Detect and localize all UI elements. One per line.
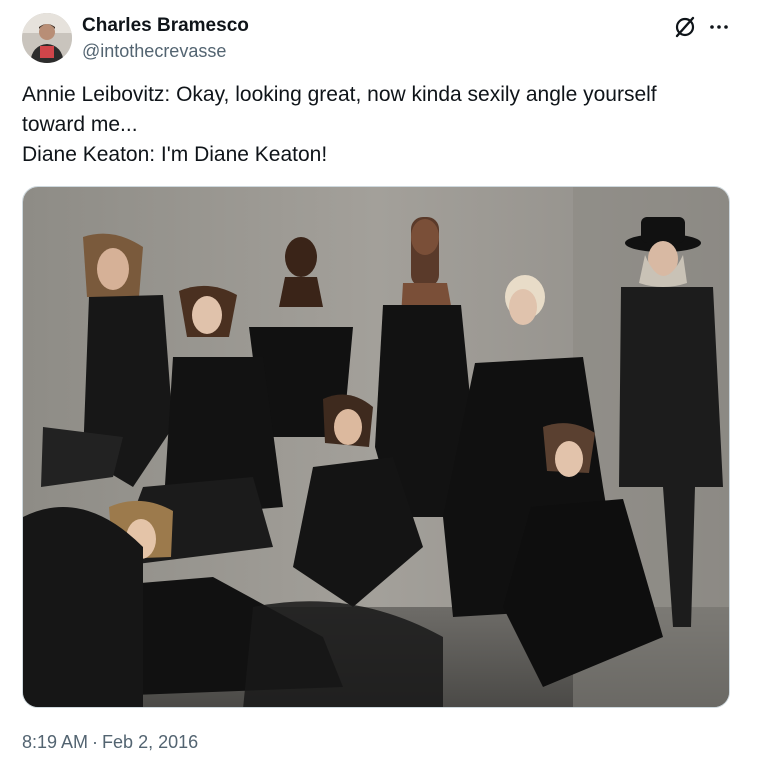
- tweet-card: Charles Bramesco @intothecrevasse Annie …: [0, 0, 765, 772]
- avatar[interactable]: [22, 13, 72, 63]
- author-handle[interactable]: @intothecrevasse: [82, 40, 226, 62]
- tweet-text-line: Annie Leibovitz: Okay, looking great, no…: [22, 83, 657, 106]
- tweet-text: Annie Leibovitz: Okay, looking great, no…: [22, 80, 742, 170]
- tweet-text-line: Diane Keaton: I'm Diane Keaton!: [22, 143, 328, 166]
- more-horizontal-icon[interactable]: [706, 14, 732, 40]
- timestamp-separator: ·: [92, 732, 99, 752]
- author-display-name[interactable]: Charles Bramesco: [82, 14, 249, 38]
- grok-icon[interactable]: [672, 14, 698, 40]
- tweet-time: 8:19 AM: [22, 732, 89, 752]
- tweet-photo[interactable]: [22, 186, 730, 708]
- tweet-timestamp[interactable]: 8:19 AM · Feb 2, 2016: [22, 730, 198, 754]
- tweet-text-line: toward me...: [22, 113, 138, 136]
- group-portrait-photo: [23, 187, 729, 707]
- tweet-date: Feb 2, 2016: [102, 732, 199, 752]
